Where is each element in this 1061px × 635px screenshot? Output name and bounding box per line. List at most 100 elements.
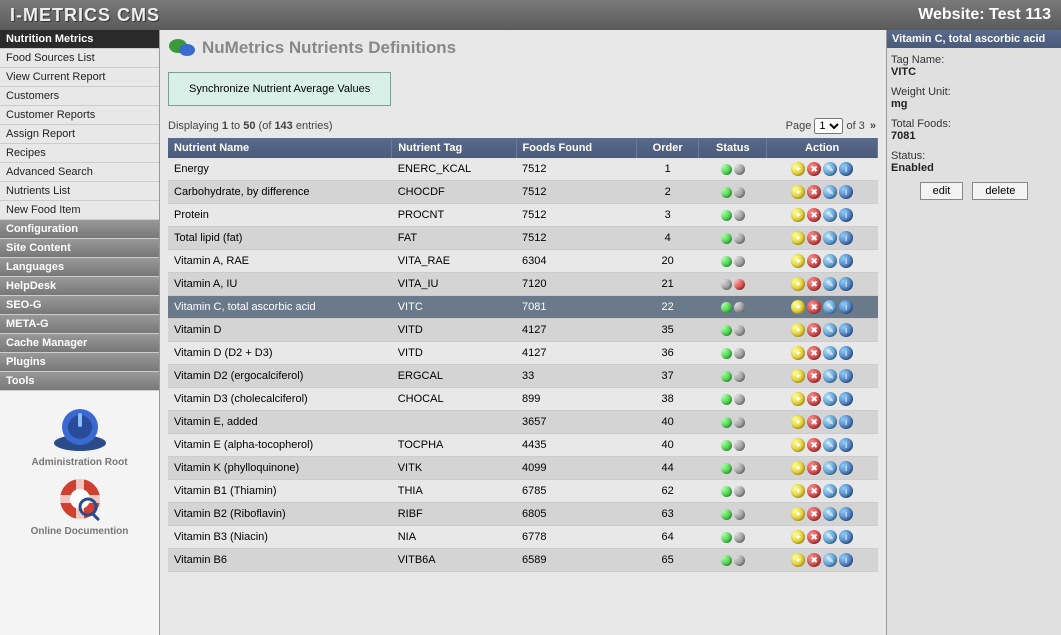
info-icon[interactable]: i bbox=[839, 185, 853, 199]
info-icon[interactable]: i bbox=[839, 208, 853, 222]
gear-icon[interactable]: ✦ bbox=[791, 162, 805, 176]
gear-icon[interactable]: ✦ bbox=[791, 461, 805, 475]
online-doc-link[interactable]: Online Documention bbox=[0, 474, 159, 537]
delete-button[interactable]: delete bbox=[972, 182, 1028, 200]
info-icon[interactable]: i bbox=[839, 530, 853, 544]
status-dot-icon[interactable] bbox=[721, 417, 732, 428]
status-dot-icon[interactable] bbox=[721, 555, 732, 566]
status-dot-icon[interactable] bbox=[721, 348, 732, 359]
info-icon[interactable]: i bbox=[839, 392, 853, 406]
status-dot-icon[interactable] bbox=[734, 532, 745, 543]
edit-icon[interactable]: ✎ bbox=[823, 461, 837, 475]
status-dot-icon[interactable] bbox=[721, 394, 732, 405]
sidebar-item-advanced-search[interactable]: Advanced Search bbox=[0, 163, 159, 182]
status-dot-icon[interactable] bbox=[721, 233, 732, 244]
col-header[interactable]: Nutrient Name bbox=[168, 138, 392, 158]
table-row[interactable]: Vitamin D2 (ergocalciferol)ERGCAL3337✦✖✎… bbox=[168, 365, 878, 388]
edit-icon[interactable]: ✎ bbox=[823, 254, 837, 268]
status-dot-icon[interactable] bbox=[734, 279, 745, 290]
sidebar-item-new-food-item[interactable]: New Food Item bbox=[0, 201, 159, 220]
delete-icon[interactable]: ✖ bbox=[807, 415, 821, 429]
status-dot-icon[interactable] bbox=[721, 325, 732, 336]
sidebar-item-food-sources-list[interactable]: Food Sources List bbox=[0, 49, 159, 68]
sidebar-item-seo-g[interactable]: SEO-G bbox=[0, 296, 159, 315]
status-dot-icon[interactable] bbox=[734, 210, 745, 221]
info-icon[interactable]: i bbox=[839, 346, 853, 360]
status-dot-icon[interactable] bbox=[721, 279, 732, 290]
gear-icon[interactable]: ✦ bbox=[791, 392, 805, 406]
table-row[interactable]: Vitamin B2 (Riboflavin)RIBF680563✦✖✎i bbox=[168, 503, 878, 526]
gear-icon[interactable]: ✦ bbox=[791, 369, 805, 383]
gear-icon[interactable]: ✦ bbox=[791, 438, 805, 452]
status-dot-icon[interactable] bbox=[721, 187, 732, 198]
gear-icon[interactable]: ✦ bbox=[791, 208, 805, 222]
gear-icon[interactable]: ✦ bbox=[791, 553, 805, 567]
sidebar-item-nutrition-metrics[interactable]: Nutrition Metrics bbox=[0, 30, 159, 49]
col-header[interactable]: Order bbox=[636, 138, 699, 158]
table-row[interactable]: ProteinPROCNT75123✦✖✎i bbox=[168, 204, 878, 227]
table-row[interactable]: Vitamin E, added365740✦✖✎i bbox=[168, 411, 878, 434]
edit-icon[interactable]: ✎ bbox=[823, 185, 837, 199]
table-row[interactable]: Total lipid (fat)FAT75124✦✖✎i bbox=[168, 227, 878, 250]
edit-icon[interactable]: ✎ bbox=[823, 369, 837, 383]
delete-icon[interactable]: ✖ bbox=[807, 208, 821, 222]
sidebar-item-plugins[interactable]: Plugins bbox=[0, 353, 159, 372]
edit-icon[interactable]: ✎ bbox=[823, 323, 837, 337]
edit-icon[interactable]: ✎ bbox=[823, 277, 837, 291]
status-dot-icon[interactable] bbox=[734, 256, 745, 267]
sidebar-item-tools[interactable]: Tools bbox=[0, 372, 159, 391]
delete-icon[interactable]: ✖ bbox=[807, 392, 821, 406]
status-dot-icon[interactable] bbox=[721, 440, 732, 451]
delete-icon[interactable]: ✖ bbox=[807, 231, 821, 245]
sidebar-item-languages[interactable]: Languages bbox=[0, 258, 159, 277]
table-row[interactable]: EnergyENERC_KCAL75121✦✖✎i bbox=[168, 158, 878, 181]
status-dot-icon[interactable] bbox=[734, 187, 745, 198]
info-icon[interactable]: i bbox=[839, 461, 853, 475]
table-row[interactable]: Vitamin E (alpha-tocopherol)TOCPHA443540… bbox=[168, 434, 878, 457]
delete-icon[interactable]: ✖ bbox=[807, 507, 821, 521]
gear-icon[interactable]: ✦ bbox=[791, 507, 805, 521]
delete-icon[interactable]: ✖ bbox=[807, 484, 821, 498]
status-dot-icon[interactable] bbox=[734, 371, 745, 382]
delete-icon[interactable]: ✖ bbox=[807, 277, 821, 291]
delete-icon[interactable]: ✖ bbox=[807, 461, 821, 475]
status-dot-icon[interactable] bbox=[721, 532, 732, 543]
gear-icon[interactable]: ✦ bbox=[791, 277, 805, 291]
delete-icon[interactable]: ✖ bbox=[807, 530, 821, 544]
sidebar-item-view-current-report[interactable]: View Current Report bbox=[0, 68, 159, 87]
info-icon[interactable]: i bbox=[839, 254, 853, 268]
delete-icon[interactable]: ✖ bbox=[807, 323, 821, 337]
edit-icon[interactable]: ✎ bbox=[823, 553, 837, 567]
info-icon[interactable]: i bbox=[839, 507, 853, 521]
status-dot-icon[interactable] bbox=[721, 486, 732, 497]
edit-icon[interactable]: ✎ bbox=[823, 438, 837, 452]
gear-icon[interactable]: ✦ bbox=[791, 254, 805, 268]
status-dot-icon[interactable] bbox=[734, 348, 745, 359]
status-dot-icon[interactable] bbox=[734, 486, 745, 497]
sidebar-item-cache-manager[interactable]: Cache Manager bbox=[0, 334, 159, 353]
info-icon[interactable]: i bbox=[839, 323, 853, 337]
status-dot-icon[interactable] bbox=[734, 164, 745, 175]
table-row[interactable]: Vitamin C, total ascorbic acidVITC708122… bbox=[168, 296, 878, 319]
col-header[interactable]: Action bbox=[767, 138, 878, 158]
status-dot-icon[interactable] bbox=[721, 371, 732, 382]
info-icon[interactable]: i bbox=[839, 231, 853, 245]
delete-icon[interactable]: ✖ bbox=[807, 346, 821, 360]
edit-icon[interactable]: ✎ bbox=[823, 392, 837, 406]
delete-icon[interactable]: ✖ bbox=[807, 553, 821, 567]
info-icon[interactable]: i bbox=[839, 277, 853, 291]
status-dot-icon[interactable] bbox=[734, 440, 745, 451]
status-dot-icon[interactable] bbox=[734, 325, 745, 336]
sidebar-item-customers[interactable]: Customers bbox=[0, 87, 159, 106]
sidebar-item-site-content[interactable]: Site Content bbox=[0, 239, 159, 258]
status-dot-icon[interactable] bbox=[734, 463, 745, 474]
status-dot-icon[interactable] bbox=[721, 463, 732, 474]
edit-icon[interactable]: ✎ bbox=[823, 530, 837, 544]
delete-icon[interactable]: ✖ bbox=[807, 254, 821, 268]
delete-icon[interactable]: ✖ bbox=[807, 185, 821, 199]
table-row[interactable]: Carbohydrate, by differenceCHOCDF75122✦✖… bbox=[168, 181, 878, 204]
sidebar-item-customer-reports[interactable]: Customer Reports bbox=[0, 106, 159, 125]
gear-icon[interactable]: ✦ bbox=[791, 530, 805, 544]
status-dot-icon[interactable] bbox=[734, 509, 745, 520]
edit-icon[interactable]: ✎ bbox=[823, 484, 837, 498]
